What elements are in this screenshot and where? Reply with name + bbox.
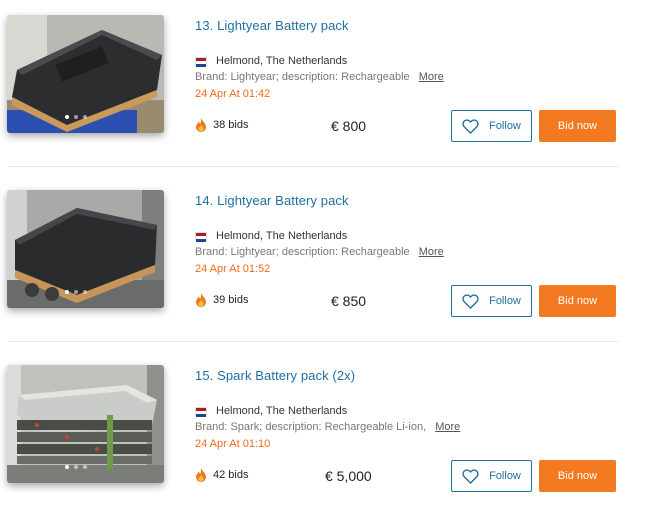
more-link[interactable]: More <box>419 246 444 258</box>
current-price: € 5,000 <box>325 468 372 484</box>
carousel-dot[interactable] <box>83 465 87 469</box>
follow-button[interactable]: Follow <box>451 110 532 142</box>
current-price: € 800 <box>331 118 367 134</box>
flame-icon <box>196 468 206 482</box>
closing-date: 24 Apr At 01:52 <box>195 263 271 275</box>
netherlands-flag-icon <box>195 56 207 67</box>
lot-title[interactable]: 13. Lightyear Battery pack <box>195 18 349 33</box>
flame-icon <box>196 293 206 307</box>
follow-button[interactable]: Follow <box>451 460 532 492</box>
current-price: € 850 <box>331 293 367 309</box>
lot-location: Helmond, The Netherlands <box>195 55 347 67</box>
follow-label: Follow <box>489 120 521 132</box>
bid-count: 39 bids <box>195 293 248 307</box>
lot-description: Brand: Lightyear; description: Rechargea… <box>195 71 444 83</box>
lot-description: Brand: Spark; description: Rechargeable … <box>195 421 460 433</box>
closing-date: 24 Apr At 01:10 <box>195 438 271 450</box>
carousel-dot[interactable] <box>83 290 87 294</box>
more-link[interactable]: More <box>419 71 444 83</box>
lot-description: Brand: Lightyear; description: Rechargea… <box>195 246 444 258</box>
lot-title[interactable]: 14. Lightyear Battery pack <box>195 193 349 208</box>
carousel-dot[interactable] <box>65 290 69 294</box>
flame-icon <box>196 118 206 132</box>
bid-count-text: 38 bids <box>213 119 249 131</box>
bid-count: 38 bids <box>195 118 248 132</box>
location-text: Helmond, The Netherlands <box>216 55 348 67</box>
description-text: Brand: Lightyear; description: Rechargea… <box>195 71 410 83</box>
lot-title[interactable]: 15. Spark Battery pack (2x) <box>195 368 355 383</box>
location-text: Helmond, The Netherlands <box>216 230 348 242</box>
bid-count-text: 39 bids <box>213 294 249 306</box>
bid-now-button[interactable]: Bid now <box>539 110 616 142</box>
follow-button[interactable]: Follow <box>451 285 532 317</box>
description-text: Brand: Spark; description: Rechargeable … <box>195 421 427 433</box>
lot-photo[interactable] <box>7 365 164 483</box>
carousel-dot[interactable] <box>65 115 69 119</box>
divider <box>8 341 618 342</box>
location-text: Helmond, The Netherlands <box>216 405 348 417</box>
carousel-dot[interactable] <box>74 290 78 294</box>
carousel-dot[interactable] <box>74 115 78 119</box>
carousel-dots[interactable] <box>65 465 87 469</box>
bid-count-text: 42 bids <box>213 469 249 481</box>
netherlands-flag-icon <box>195 406 207 417</box>
heart-outline-icon <box>462 293 479 309</box>
heart-outline-icon <box>462 118 479 134</box>
lot-location: Helmond, The Netherlands <box>195 230 347 242</box>
bid-now-button[interactable]: Bid now <box>539 460 616 492</box>
lot-card: 14. Lightyear Battery pack Helmond, The … <box>0 175 645 350</box>
heart-outline-icon <box>462 468 479 484</box>
description-text: Brand: Lightyear; description: Rechargea… <box>195 246 410 258</box>
follow-label: Follow <box>489 470 521 482</box>
lot-photo[interactable] <box>7 190 164 308</box>
carousel-dot[interactable] <box>83 115 87 119</box>
lot-card: 15. Spark Battery pack (2x) Helmond, The… <box>0 350 645 525</box>
carousel-dots[interactable] <box>65 290 87 294</box>
closing-date: 24 Apr At 01:42 <box>195 88 271 100</box>
follow-label: Follow <box>489 295 521 307</box>
bid-now-button[interactable]: Bid now <box>539 285 616 317</box>
lot-photo[interactable] <box>7 15 164 133</box>
bid-count: 42 bids <box>195 468 248 482</box>
carousel-dots[interactable] <box>65 115 87 119</box>
lot-location: Helmond, The Netherlands <box>195 405 347 417</box>
carousel-dot[interactable] <box>74 465 78 469</box>
divider <box>8 166 618 167</box>
carousel-dot[interactable] <box>65 465 69 469</box>
lot-card: 13. Lightyear Battery pack Helmond, The … <box>0 0 645 175</box>
netherlands-flag-icon <box>195 231 207 242</box>
more-link[interactable]: More <box>435 421 460 433</box>
